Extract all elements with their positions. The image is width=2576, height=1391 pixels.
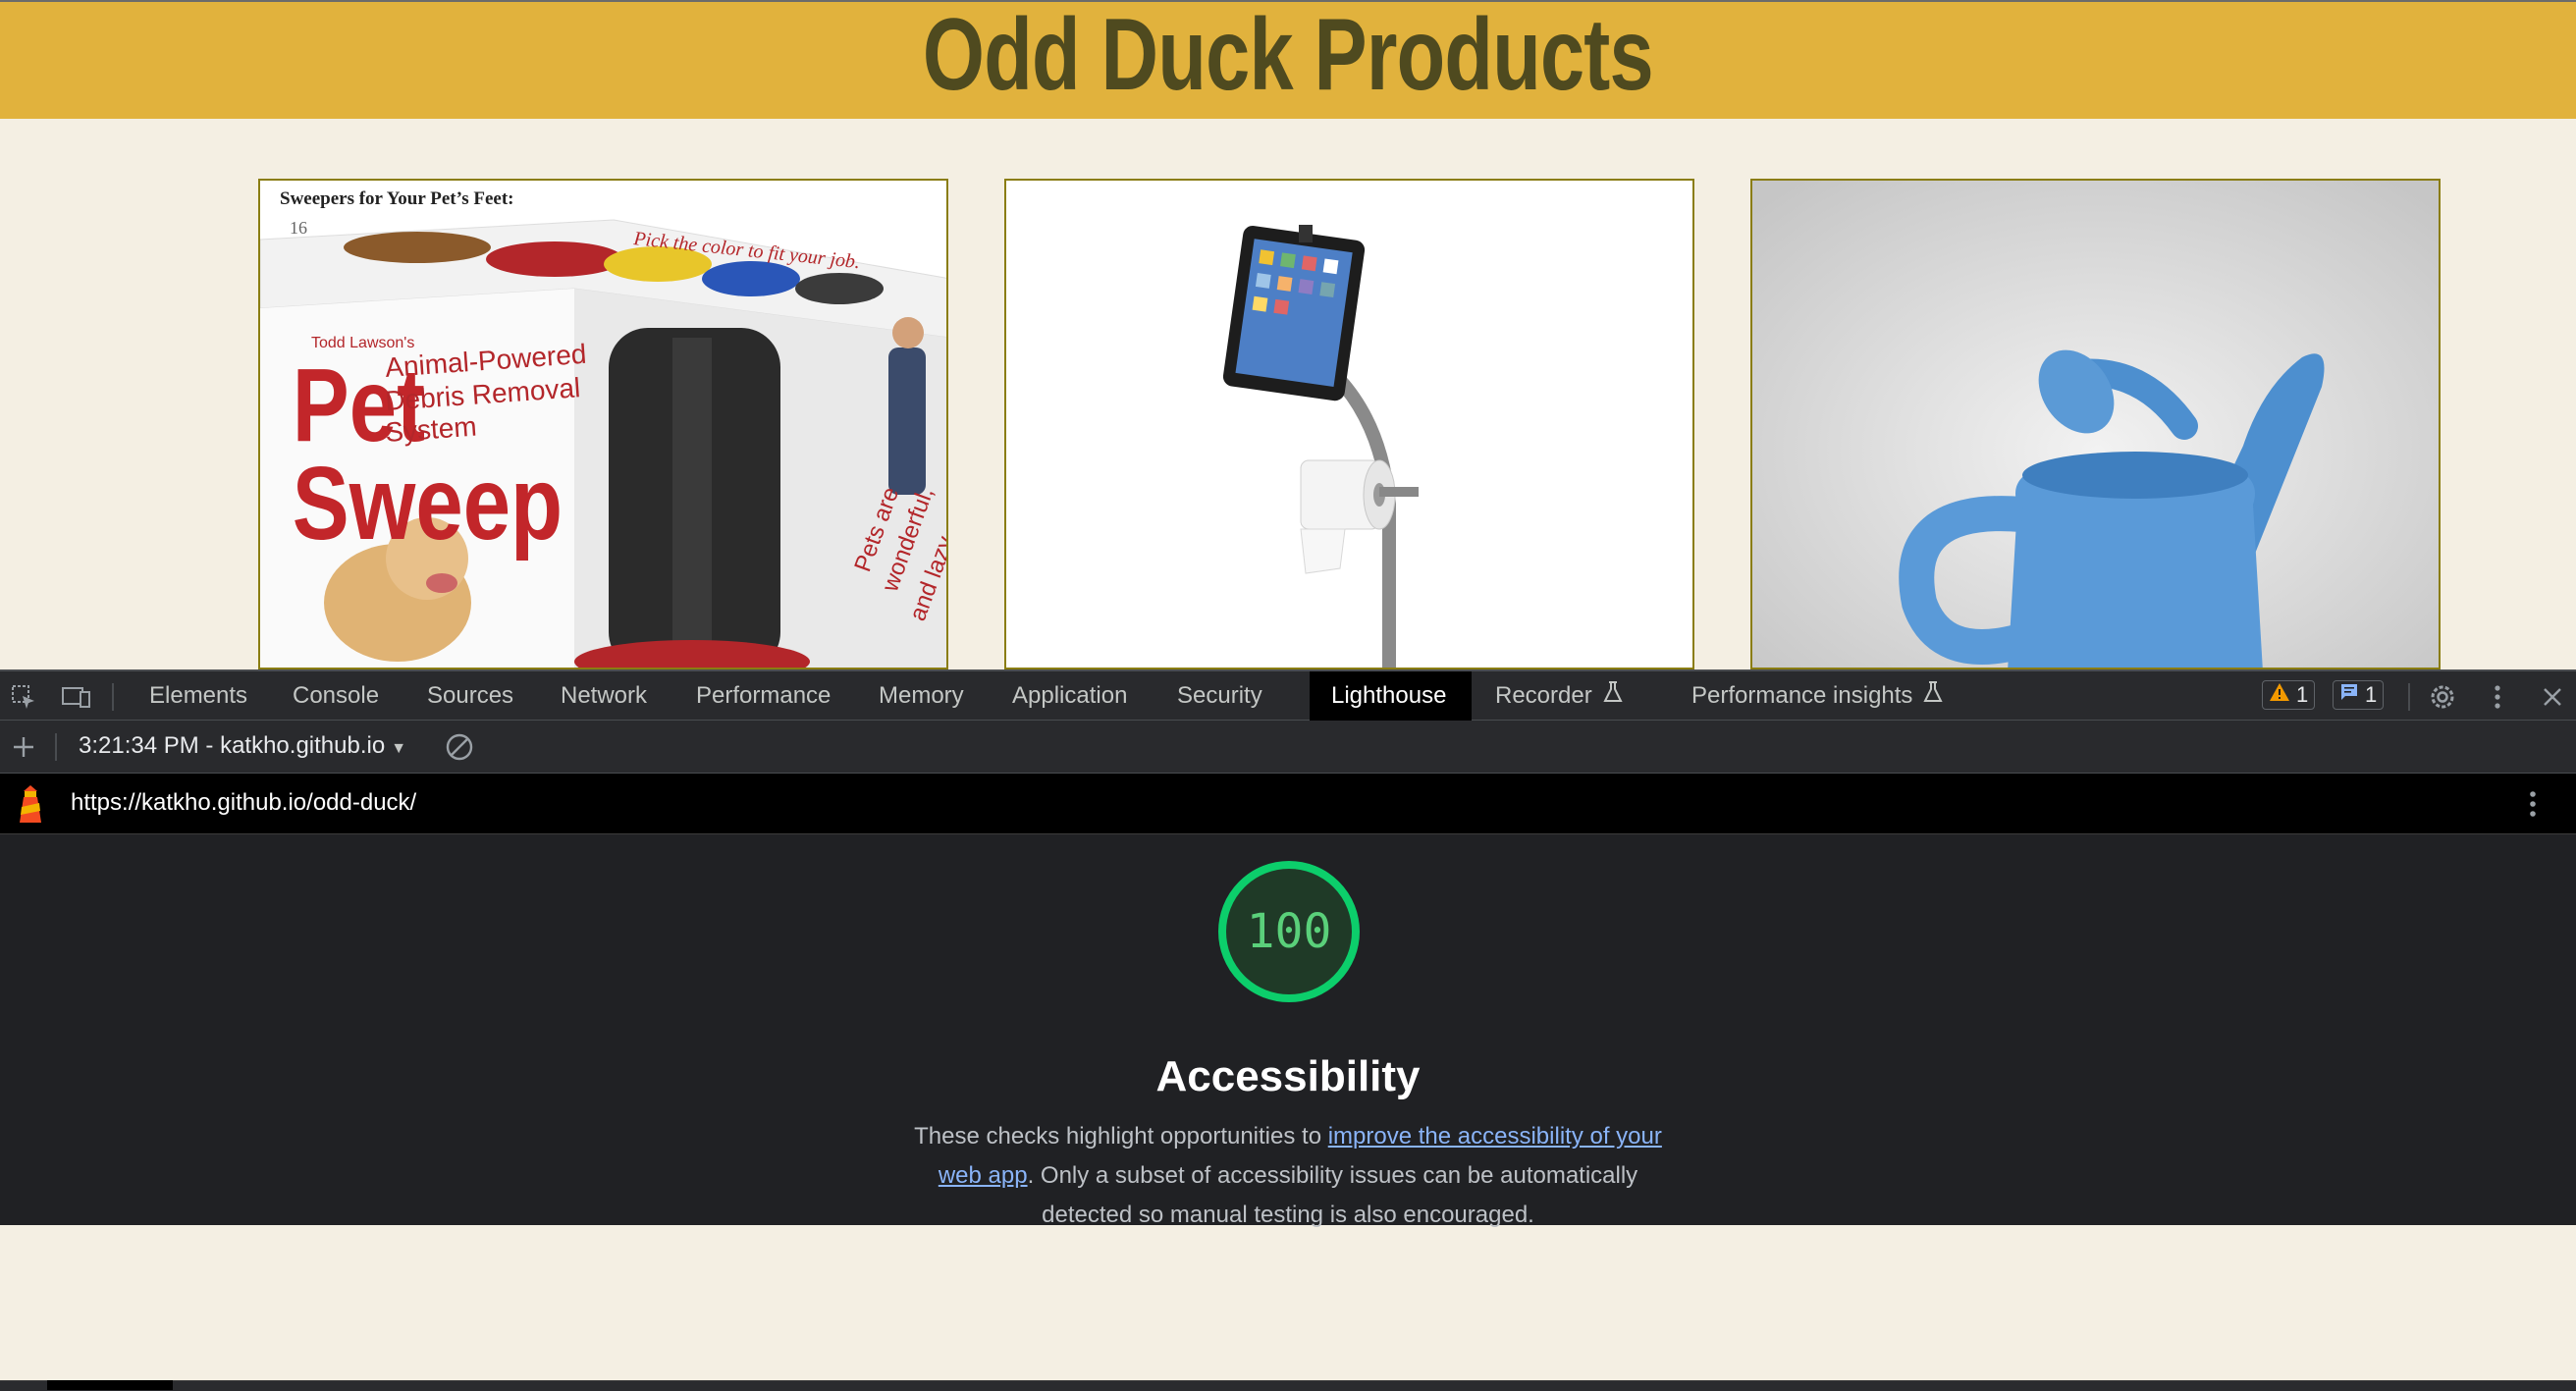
tab-lighthouse[interactable]: Lighthouse [1310,671,1472,721]
lighthouse-report: 100 Accessibility These checks highlight… [0,834,2576,1391]
more-options-icon[interactable] [2482,681,2513,713]
card-caption: Sweepers for Your Pet’s Feet: [280,188,514,209]
message-icon [2339,682,2359,708]
experiment-flask-icon [1922,672,1944,722]
tab-performance-insights[interactable]: Performance insights [1670,671,1965,721]
settings-gear-icon[interactable] [2427,681,2458,713]
tab-security[interactable]: Security [1155,671,1284,721]
score-value: 100 [1246,904,1332,959]
category-description: These checks highlight opportunities to … [895,1117,1681,1235]
svg-text:Sweep: Sweep [293,445,563,562]
toolbar-divider [112,683,114,711]
experiment-flask-icon [1602,672,1624,722]
watering-can-image [1752,181,2439,668]
tab-console[interactable]: Console [271,671,401,721]
description-text-continued: . Only a subset of accessibility issues … [1027,1162,1638,1228]
warnings-count: 1 [2296,682,2309,707]
svg-text:System: System [384,411,477,448]
tab-network[interactable]: Network [539,671,669,721]
messages-count: 1 [2365,682,2378,707]
lighthouse-toolbar: 3:21:34 PM - katkho.github.io ▼ [0,721,2576,774]
inspect-element-icon[interactable] [8,681,39,713]
devtools-tab-bar: Elements Console Sources Network Perform… [0,669,2576,721]
report-url: https://katkho.github.io/odd-duck/ [71,789,417,816]
devtools-panel: Elements Console Sources Network Perform… [0,669,2576,1391]
close-devtools-icon[interactable] [2537,681,2568,713]
clear-reports-icon[interactable] [444,731,475,763]
tab-recorder-label: Recorder [1495,682,1592,709]
device-toolbar-icon[interactable] [61,681,92,713]
category-title: Accessibility [1155,1052,1421,1100]
lighthouse-logo-icon [14,783,47,829]
page-title: Odd Duck Products [923,0,1654,112]
tab-performance[interactable]: Performance [674,671,852,721]
warning-icon [2269,682,2290,708]
report-url-bar: https://katkho.github.io/odd-duck/ [0,774,2576,834]
tab-recorder[interactable]: Recorder [1474,671,1645,721]
toolbar-divider [55,733,57,761]
tablet-stand-image [1006,181,1692,668]
tab-performance-insights-label: Performance insights [1691,682,1913,709]
page-header: Odd Duck Products [0,0,2576,119]
report-selector-label: 3:21:34 PM - katkho.github.io [79,732,386,759]
tab-memory[interactable]: Memory [857,671,986,721]
messages-badge[interactable]: 1 [2333,680,2385,710]
chevron-down-icon: ▼ [391,740,407,757]
drawer-strip [0,1380,2576,1391]
report-selector[interactable]: 3:21:34 PM - katkho.github.io ▼ [79,732,406,760]
report-menu-icon[interactable] [2529,789,2537,824]
description-text: These checks highlight opportunities to [914,1123,1328,1150]
new-report-plus-icon[interactable] [8,731,39,763]
product-card-tablet-stand[interactable] [1004,179,1694,669]
tab-elements[interactable]: Elements [128,671,269,721]
tab-sources[interactable]: Sources [405,671,535,721]
card-page-number: 16 [290,218,307,238]
warnings-badge[interactable]: 1 [2262,680,2316,710]
product-card-watering-can[interactable] [1750,179,2441,669]
toolbar-divider [2408,683,2410,711]
tab-application[interactable]: Application [991,671,1149,721]
drawer-tab[interactable] [47,1380,173,1390]
product-card-pet-sweep[interactable]: Todd Lawson's Pet Sweep Animal-Powered D… [258,179,948,669]
pet-sweep-image: Todd Lawson's Pet Sweep Animal-Powered D… [260,181,946,668]
